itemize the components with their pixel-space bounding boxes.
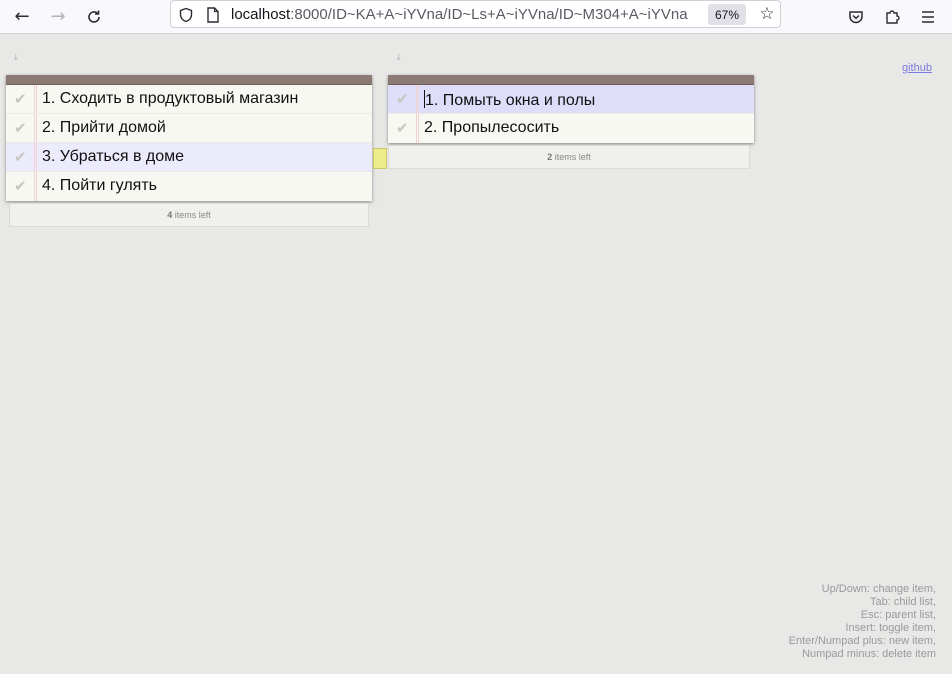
list-header-bar <box>6 75 372 85</box>
collapse-list-1-icon[interactable]: ↓ <box>12 54 20 63</box>
browser-toolbar: ← → localhost:8000/ID~KA+A~iYVna/ID~Ls+A… <box>0 0 952 34</box>
help-line: Up/Down: change item, <box>821 583 936 595</box>
todo-list-1: ✔ 1. Сходить в продуктовый магазин ✔ 2. … <box>6 75 372 201</box>
puzzle-icon <box>886 10 900 24</box>
list-header-bar <box>388 75 754 85</box>
back-button[interactable]: ← <box>8 3 36 31</box>
pocket-button[interactable] <box>842 3 870 31</box>
reload-icon <box>88 10 100 23</box>
help-line: Enter/Numpad plus: new item, <box>788 635 936 647</box>
checkmark-icon[interactable]: ✔ <box>14 177 34 195</box>
list-2-footer: 2 items left <box>388 145 750 169</box>
margin-line <box>34 85 37 113</box>
help-line: Numpad minus: delete item <box>802 648 936 660</box>
margin-line <box>416 85 419 113</box>
pocket-icon <box>849 11 863 24</box>
star-icon: ☆ <box>759 4 775 24</box>
item-text[interactable]: 3. Убраться в доме <box>42 148 184 166</box>
url-bar[interactable]: localhost:8000/ID~KA+A~iYVna/ID~Ls+A~iYV… <box>170 0 781 28</box>
item-text-editing[interactable]: 1. Помыть окна и полы <box>424 90 595 110</box>
item-text[interactable]: 2. Пропылесосить <box>424 119 559 137</box>
item-text[interactable]: 1. Сходить в продуктовый магазин <box>42 90 298 108</box>
extensions-button[interactable] <box>878 3 906 31</box>
todo-list-2: ✔ 1. Помыть окна и полы ✔ 2. Пропылесоси… <box>388 75 754 143</box>
list-item-active[interactable]: ✔ 1. Помыть окна и полы <box>388 85 754 114</box>
app-menu-button[interactable] <box>914 3 942 31</box>
arrow-left-icon: ← <box>14 6 30 27</box>
checkmark-icon[interactable]: ✔ <box>396 119 416 137</box>
list-item[interactable]: ✔ 4. Пойти гулять <box>6 172 372 201</box>
forward-button[interactable]: → <box>44 3 72 31</box>
page-icon[interactable] <box>203 5 223 25</box>
margin-line <box>34 114 37 142</box>
list-item-selected[interactable]: ✔ 3. Убраться в доме <box>6 143 372 172</box>
child-list-marker[interactable] <box>373 148 387 169</box>
checkmark-icon[interactable]: ✔ <box>14 148 34 166</box>
items-left-label: items left <box>172 210 211 220</box>
checkmark-icon[interactable]: ✔ <box>14 119 34 137</box>
checkmark-icon[interactable]: ✔ <box>396 90 416 108</box>
list-item[interactable]: ✔ 2. Прийти домой <box>6 114 372 143</box>
item-text[interactable]: 4. Пойти гулять <box>42 177 157 195</box>
help-line: Insert: toggle item, <box>845 622 937 634</box>
keyboard-help: Up/Down: change item, Tab: child list, E… <box>696 583 936 661</box>
help-line: Esc: parent list, <box>860 609 936 621</box>
url-host: localhost <box>231 6 291 23</box>
arrow-right-icon: → <box>50 6 66 27</box>
items-left-label: items left <box>552 152 591 162</box>
margin-line <box>34 143 37 171</box>
shield-icon[interactable] <box>176 5 196 25</box>
github-link[interactable]: github <box>902 62 932 74</box>
help-line: Tab: child list, <box>869 596 936 608</box>
checkmark-icon[interactable]: ✔ <box>14 90 34 108</box>
url-path: :8000/ID~KA+A~iYVna/ID~Ls+A~iYVna/ID~M30… <box>290 6 688 23</box>
item-text[interactable]: 2. Прийти домой <box>42 119 166 137</box>
zoom-level-badge[interactable]: 67% <box>708 4 746 25</box>
item-text: 1. Помыть окна и полы <box>425 92 596 109</box>
margin-line <box>34 172 37 201</box>
reload-button[interactable] <box>80 3 108 31</box>
hamburger-menu-icon <box>922 11 934 23</box>
margin-line <box>416 114 419 143</box>
list-item[interactable]: ✔ 1. Сходить в продуктовый магазин <box>6 85 372 114</box>
bookmark-button[interactable]: ☆ <box>756 3 778 25</box>
collapse-list-2-icon[interactable]: ↓ <box>395 54 403 63</box>
list-item[interactable]: ✔ 2. Пропылесосить <box>388 114 754 143</box>
url-text[interactable]: localhost:8000/ID~KA+A~iYVna/ID~Ls+A~iYV… <box>231 6 708 23</box>
list-1-footer: 4 items left <box>9 203 369 227</box>
